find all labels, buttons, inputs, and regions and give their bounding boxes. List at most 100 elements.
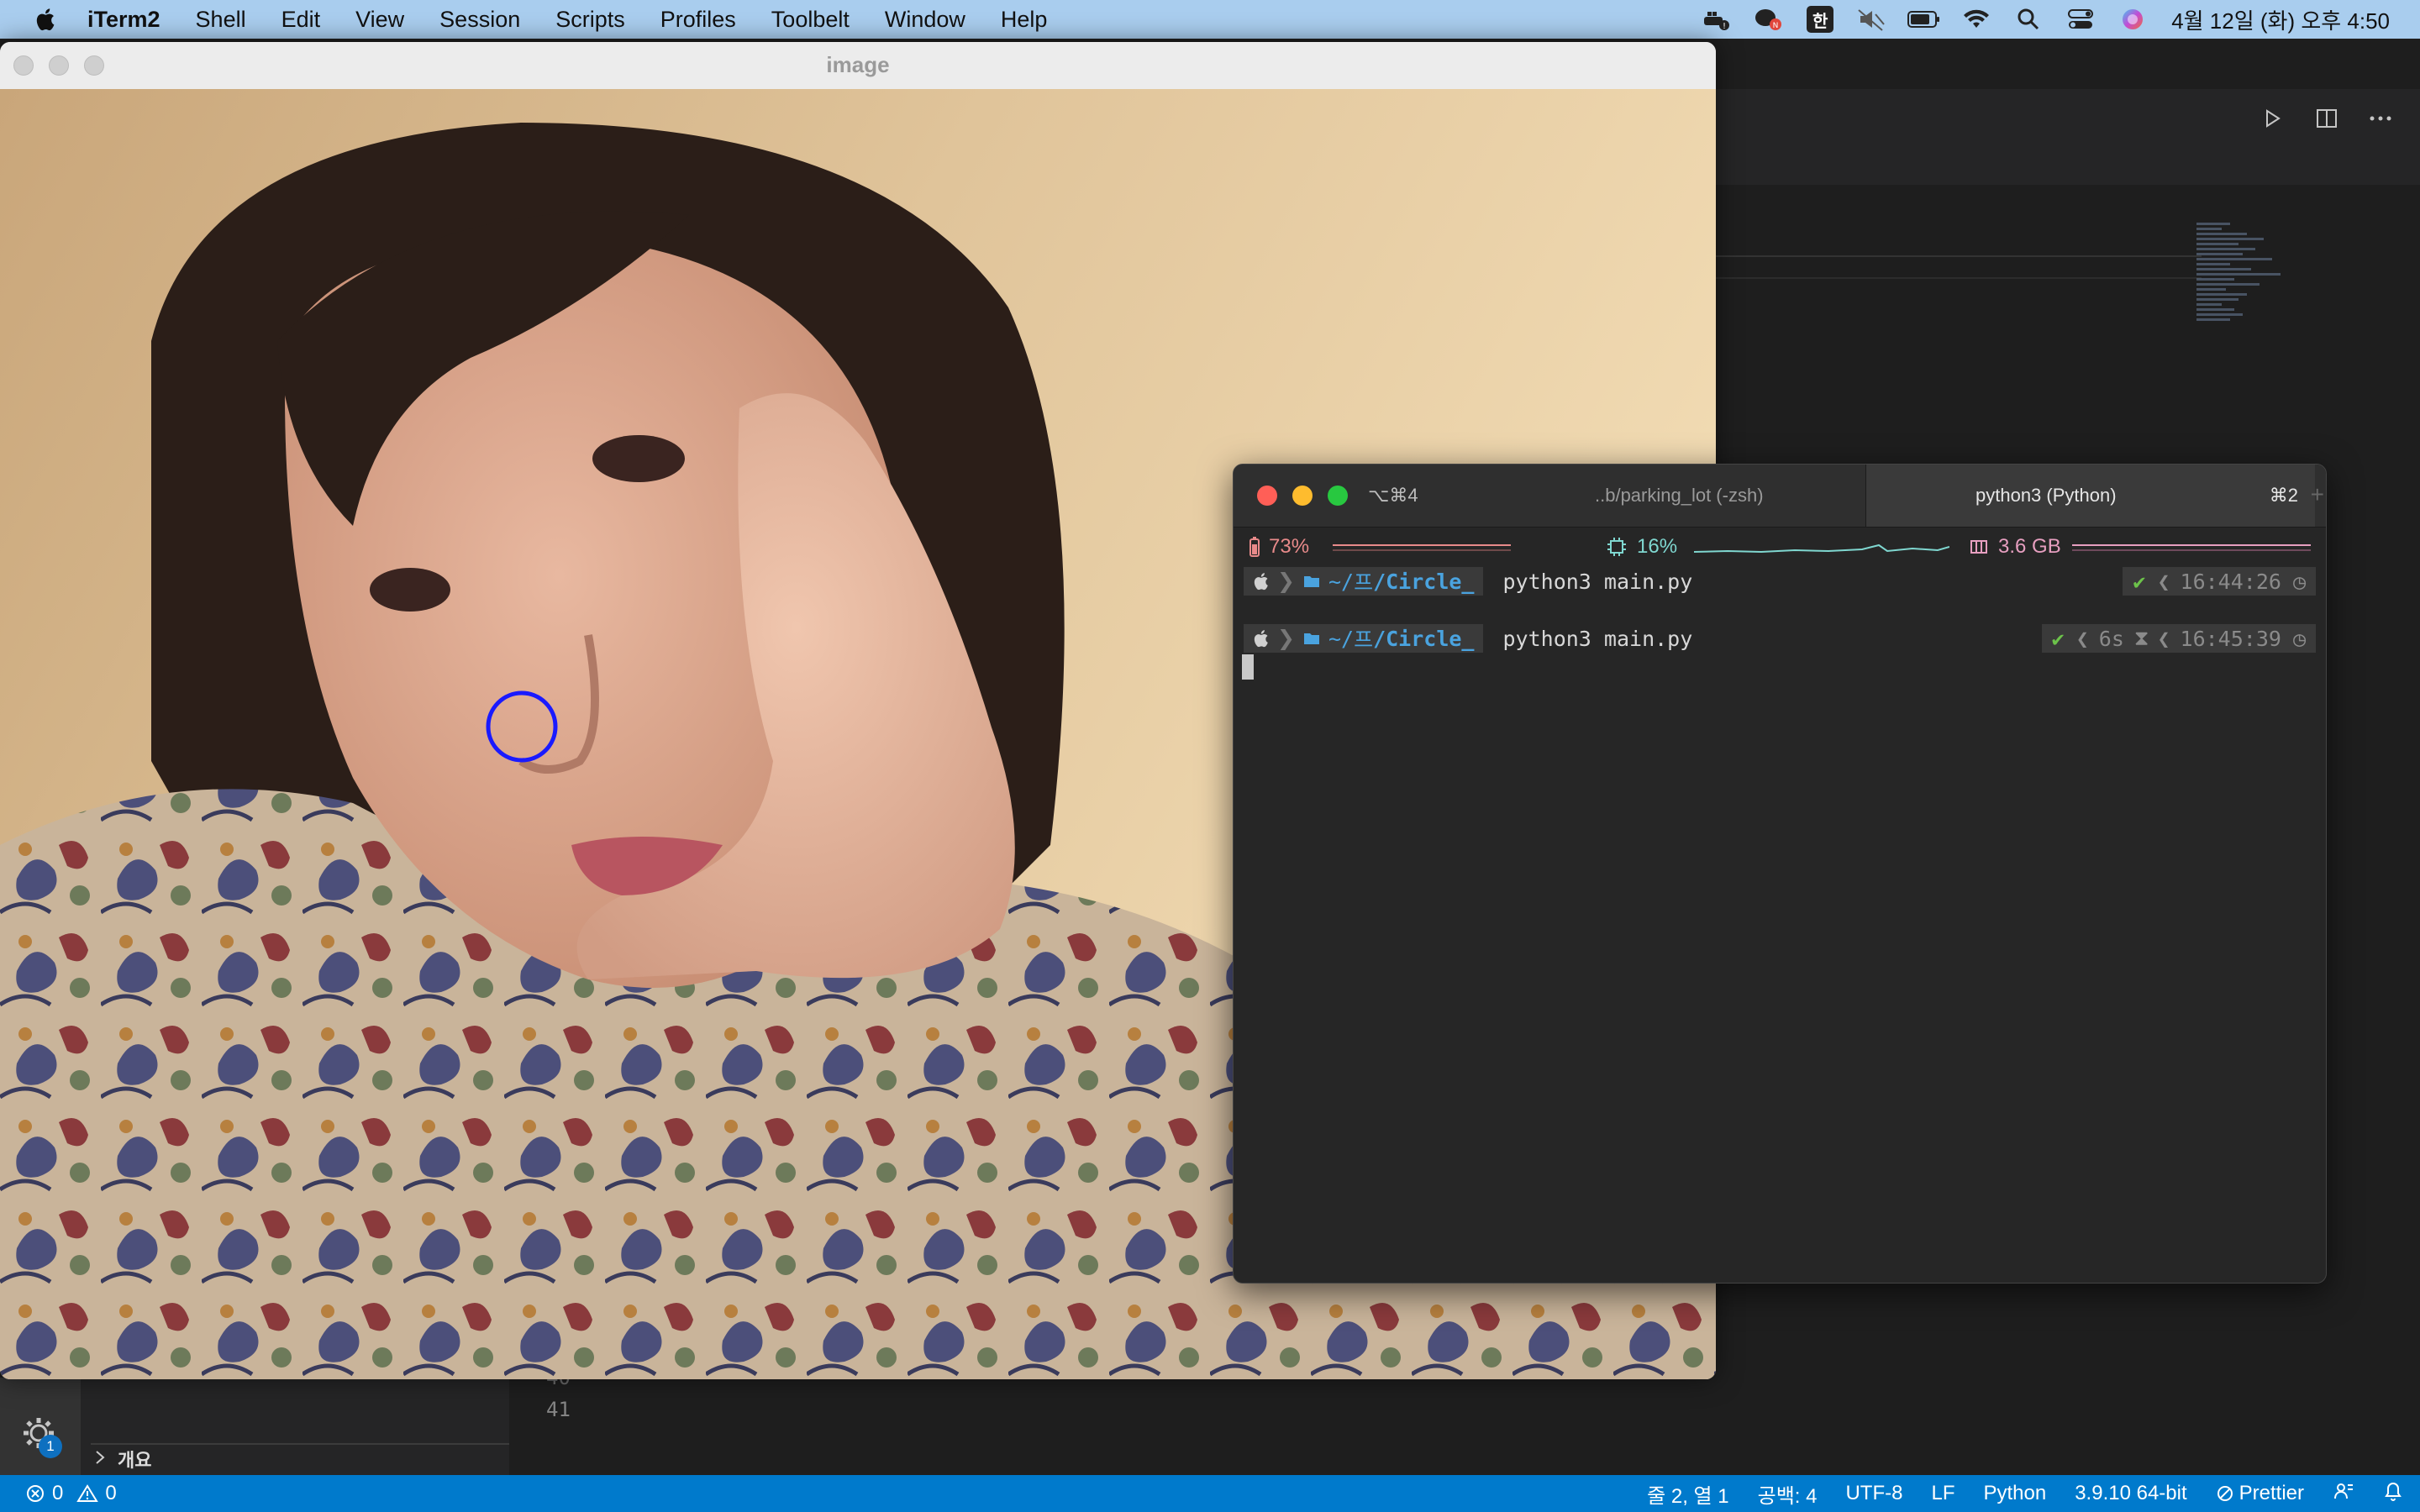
separator-icon: ❯	[1277, 570, 1295, 593]
menu-shell[interactable]: Shell	[196, 7, 246, 33]
path-folder: /Circle_	[1373, 626, 1475, 651]
new-tab-icon[interactable]: +	[2311, 481, 2324, 508]
warning-icon	[76, 1484, 99, 1502]
run-icon[interactable]	[2259, 104, 2287, 133]
menu-session[interactable]: Session	[439, 7, 520, 33]
end-of-line[interactable]: LF	[1931, 1482, 1954, 1505]
window-controls	[1257, 486, 1348, 506]
indentation[interactable]: 공백: 4	[1758, 1479, 1818, 1509]
editor-divider	[1714, 277, 2202, 279]
menu-app-name[interactable]: iTerm2	[87, 7, 160, 33]
outline-label: 개요	[118, 1450, 152, 1471]
problems-indicator[interactable]: 0 0	[25, 1482, 117, 1505]
separator-icon: ❯	[1277, 627, 1295, 650]
path-dir: 프	[1354, 570, 1374, 595]
menu-toolbelt[interactable]: Toolbelt	[771, 7, 850, 33]
apple-icon	[1254, 573, 1268, 591]
prettier-status[interactable]: Prettier	[2216, 1482, 2304, 1505]
menu-window[interactable]: Window	[885, 7, 965, 33]
apple-menu-icon[interactable]	[34, 7, 55, 32]
prompt-time: 16:45:39	[2180, 626, 2281, 651]
separator-icon: ❮	[2157, 626, 2170, 651]
line-number: 41	[546, 1398, 571, 1421]
menu-help[interactable]: Help	[1001, 7, 1048, 33]
tab-hotkey: ⌥⌘4	[1368, 485, 1418, 506]
spotlight-icon[interactable]	[2012, 5, 2045, 34]
battery-percent: 73%	[1269, 535, 1310, 558]
minimize-button[interactable]	[1292, 486, 1313, 506]
prettier-icon	[2217, 1486, 2233, 1501]
editor-divider	[1714, 255, 2202, 257]
docker-icon[interactable]: !	[1699, 5, 1733, 34]
siri-icon[interactable]	[2116, 5, 2149, 34]
path-home: ~/	[1328, 569, 1355, 594]
language-mode[interactable]: Python	[1983, 1482, 2046, 1505]
more-actions-icon[interactable]	[2366, 104, 2395, 133]
menu-view[interactable]: View	[355, 7, 404, 33]
encoding[interactable]: UTF-8	[1845, 1482, 1902, 1505]
warning-count: 0	[105, 1482, 117, 1504]
status-ok-icon: ✔	[2133, 569, 2146, 594]
folder-icon	[1303, 576, 1319, 587]
ime-icon[interactable]: 한	[1803, 5, 1837, 34]
menu-bar: iTerm2 Shell Edit View Session Scripts P…	[0, 0, 2420, 39]
tab-shortcut: ⌘2	[2269, 485, 2298, 506]
messenger-icon[interactable]: N	[1751, 5, 1785, 34]
iterm-window[interactable]: ⌥⌘4 ..b/parking_lot (-zsh) ⌘1 python3 (P…	[1233, 464, 2327, 1284]
menu-extras: ! N 한 4월 12일 (화) 오후 4:50	[1681, 0, 2420, 39]
minimap[interactable]	[2196, 220, 2306, 363]
menu-scripts[interactable]: Scripts	[555, 7, 625, 33]
close-button[interactable]	[1257, 486, 1277, 506]
image-window-titlebar[interactable]: image	[0, 42, 1716, 90]
memory-sparkline	[2072, 544, 2311, 551]
prompt-line: ❯ ~/ 프 /Circle_ python3 main.py	[1244, 624, 1692, 653]
prompt-time: 16:44:26	[2180, 569, 2281, 594]
prompt-line: ❯ ~/ 프 /Circle_ python3 main.py	[1244, 567, 1692, 596]
iterm-tab-bar: ⌥⌘4 ..b/parking_lot (-zsh) ⌘1 python3 (P…	[1234, 465, 2326, 528]
tab-python3[interactable]: python3 (Python) ⌘2	[1865, 465, 2315, 527]
command-text: python3 main.py	[1502, 626, 1693, 651]
separator-icon: ❮	[2157, 569, 2170, 594]
apple-icon	[1254, 630, 1268, 648]
cpu-stat: 16%	[1607, 535, 1677, 559]
split-editor-icon[interactable]	[2312, 104, 2341, 133]
wifi-icon[interactable]	[1960, 5, 1993, 34]
menu-profiles[interactable]: Profiles	[660, 7, 736, 33]
zoom-button[interactable]	[1328, 486, 1348, 506]
prompt-duration: 6s	[2098, 626, 2124, 651]
mute-icon[interactable]	[1855, 5, 1889, 34]
control-center-icon[interactable]	[2064, 5, 2097, 34]
command-text: python3 main.py	[1502, 569, 1693, 594]
notifications-bell-icon[interactable]	[2383, 1480, 2403, 1508]
path-dir: 프	[1354, 627, 1374, 652]
settings-badge: 1	[39, 1435, 62, 1458]
clock-icon: ◷	[2292, 626, 2306, 651]
cursor-position[interactable]: 줄 2, 열 1	[1647, 1479, 1729, 1509]
error-icon	[27, 1485, 44, 1502]
cpu-percent: 16%	[1637, 535, 1678, 558]
tab-label: python3 (Python)	[1975, 485, 2117, 506]
status-ok-icon: ✔	[2051, 626, 2065, 651]
path-home: ~/	[1328, 626, 1355, 651]
cpu-sparkline	[1694, 543, 1949, 554]
prompt-segment: ❯ ~/ 프 /Circle_	[1244, 624, 1483, 653]
path-folder: /Circle_	[1373, 569, 1475, 594]
memory-stat: 3.6 GB	[1970, 535, 2061, 559]
battery-icon[interactable]	[1907, 5, 1941, 34]
menu-clock[interactable]: 4월 12일 (화) 오후 4:50	[2171, 4, 2390, 35]
feedback-icon[interactable]	[2333, 1480, 2354, 1508]
chevron-right-icon	[94, 1448, 106, 1470]
cpu-icon	[1607, 538, 1626, 556]
battery-stat: 73%	[1249, 535, 1309, 559]
iterm-status-bar: 73% 16% 3.6 GB	[1234, 528, 2326, 564]
clock-icon: ◷	[2292, 569, 2306, 594]
python-interpreter[interactable]: 3.9.10 64-bit	[2075, 1482, 2186, 1505]
menu-edit[interactable]: Edit	[281, 7, 321, 33]
folder-icon	[1303, 633, 1319, 644]
terminal-cursor	[1242, 654, 1254, 680]
outline-section[interactable]: 개요	[91, 1443, 509, 1473]
error-count: 0	[52, 1482, 64, 1504]
prettier-label: Prettier	[2238, 1482, 2304, 1504]
battery-sparkline	[1333, 544, 1511, 551]
image-window-title: image	[826, 52, 890, 77]
